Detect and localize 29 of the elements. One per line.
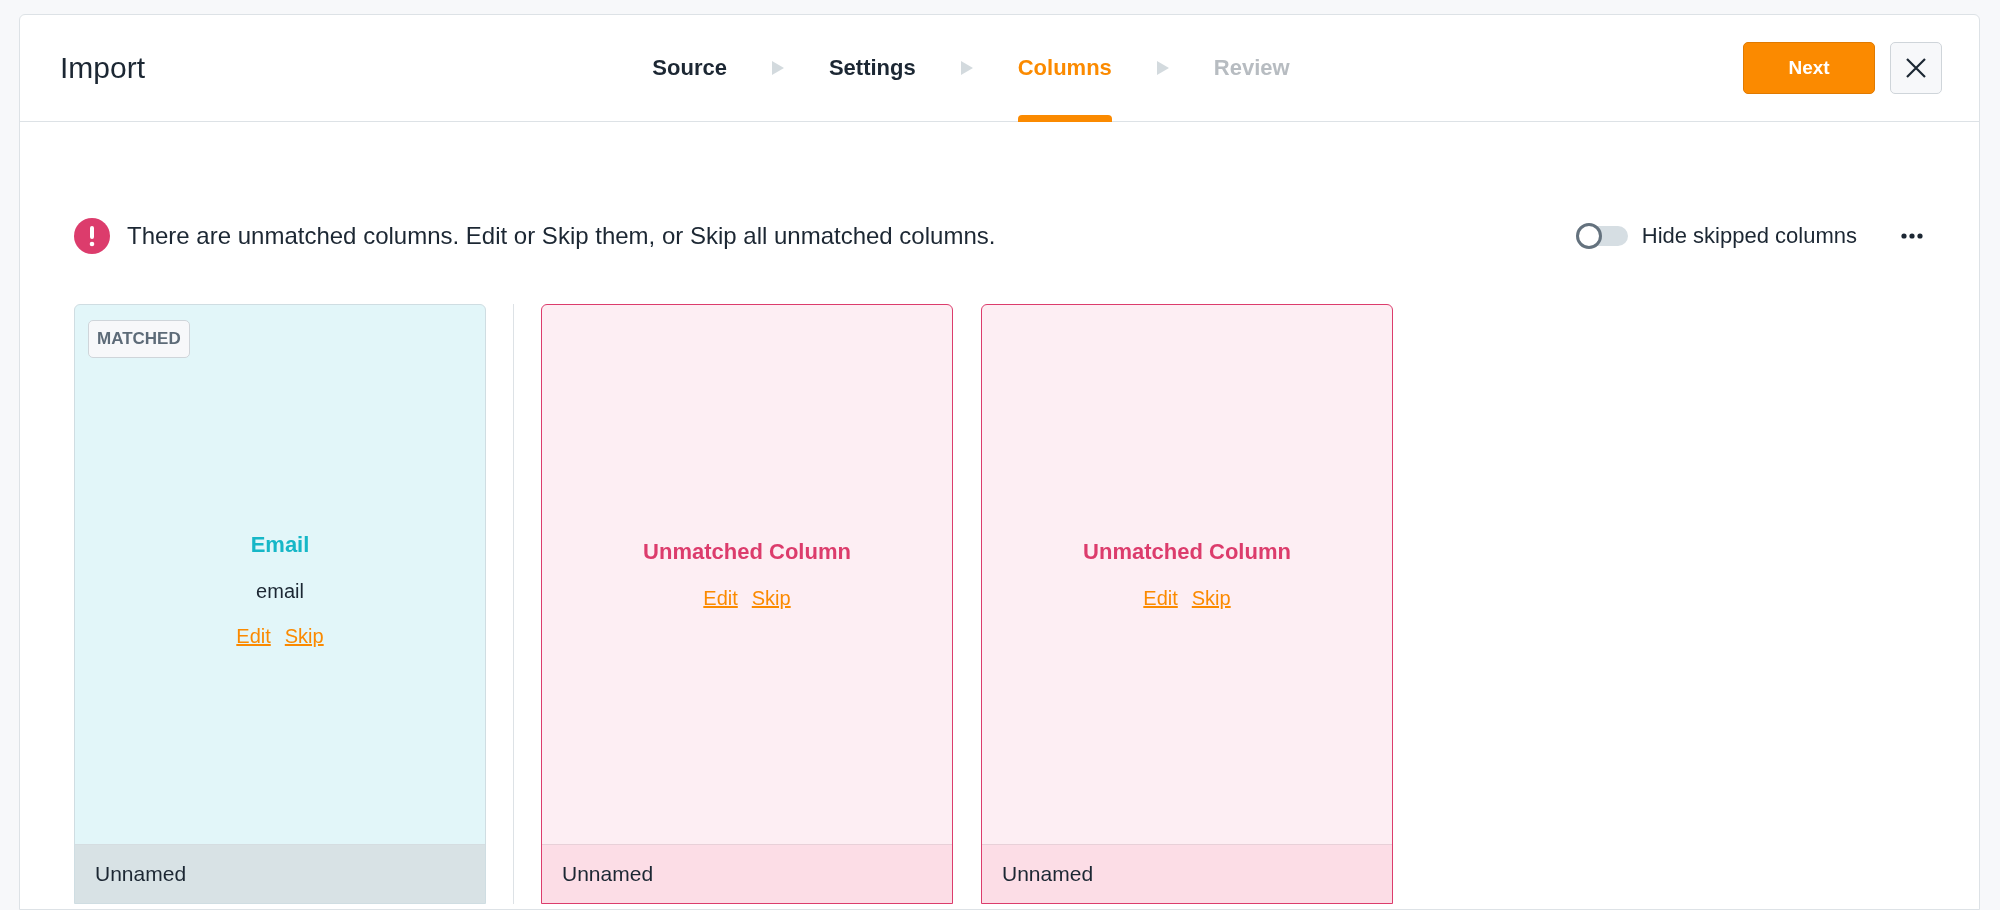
action-link[interactable]: Skip [1191,587,1231,610]
action-link[interactable]: Skip [284,624,324,648]
close-icon[interactable] [1904,56,1928,80]
toggle-label: Hide skipped columns [1641,223,1857,249]
status-badge: MATCHED [88,320,190,358]
action-link[interactable]: Edit [236,624,271,648]
chevron-icon [1155,60,1170,76]
close-button[interactable] [1890,42,1942,94]
toggle-switch[interactable] [1575,221,1628,251]
window-title: Import [60,51,146,84]
column-footer: Unnamed [75,844,485,903]
step-tab[interactable]: Columns [1017,15,1112,121]
chevron-icon [770,60,785,76]
column-footer: Unnamed [542,844,952,903]
action-link[interactable]: Edit [1143,587,1178,610]
chevron-icon [959,60,974,76]
column-title: Email [250,531,310,558]
field-name: email [256,579,304,603]
column-title: Unmatched Column [643,539,851,565]
alert-message: There are unmatched columns. Edit or Skip them, or Skip all unmatched columns. [127,222,997,250]
step-tab[interactable]: Source [652,15,727,121]
column-footer: Unnamed [982,844,1392,903]
next-button[interactable]: Next [1743,42,1875,94]
step-tab[interactable]: Settings [828,15,916,121]
column-title: Unmatched Column [1083,539,1291,565]
action-link[interactable]: Edit [703,587,738,610]
more-icon[interactable] [1901,232,1923,240]
action-link[interactable]: Skip [751,587,791,610]
alert-icon [74,218,110,254]
